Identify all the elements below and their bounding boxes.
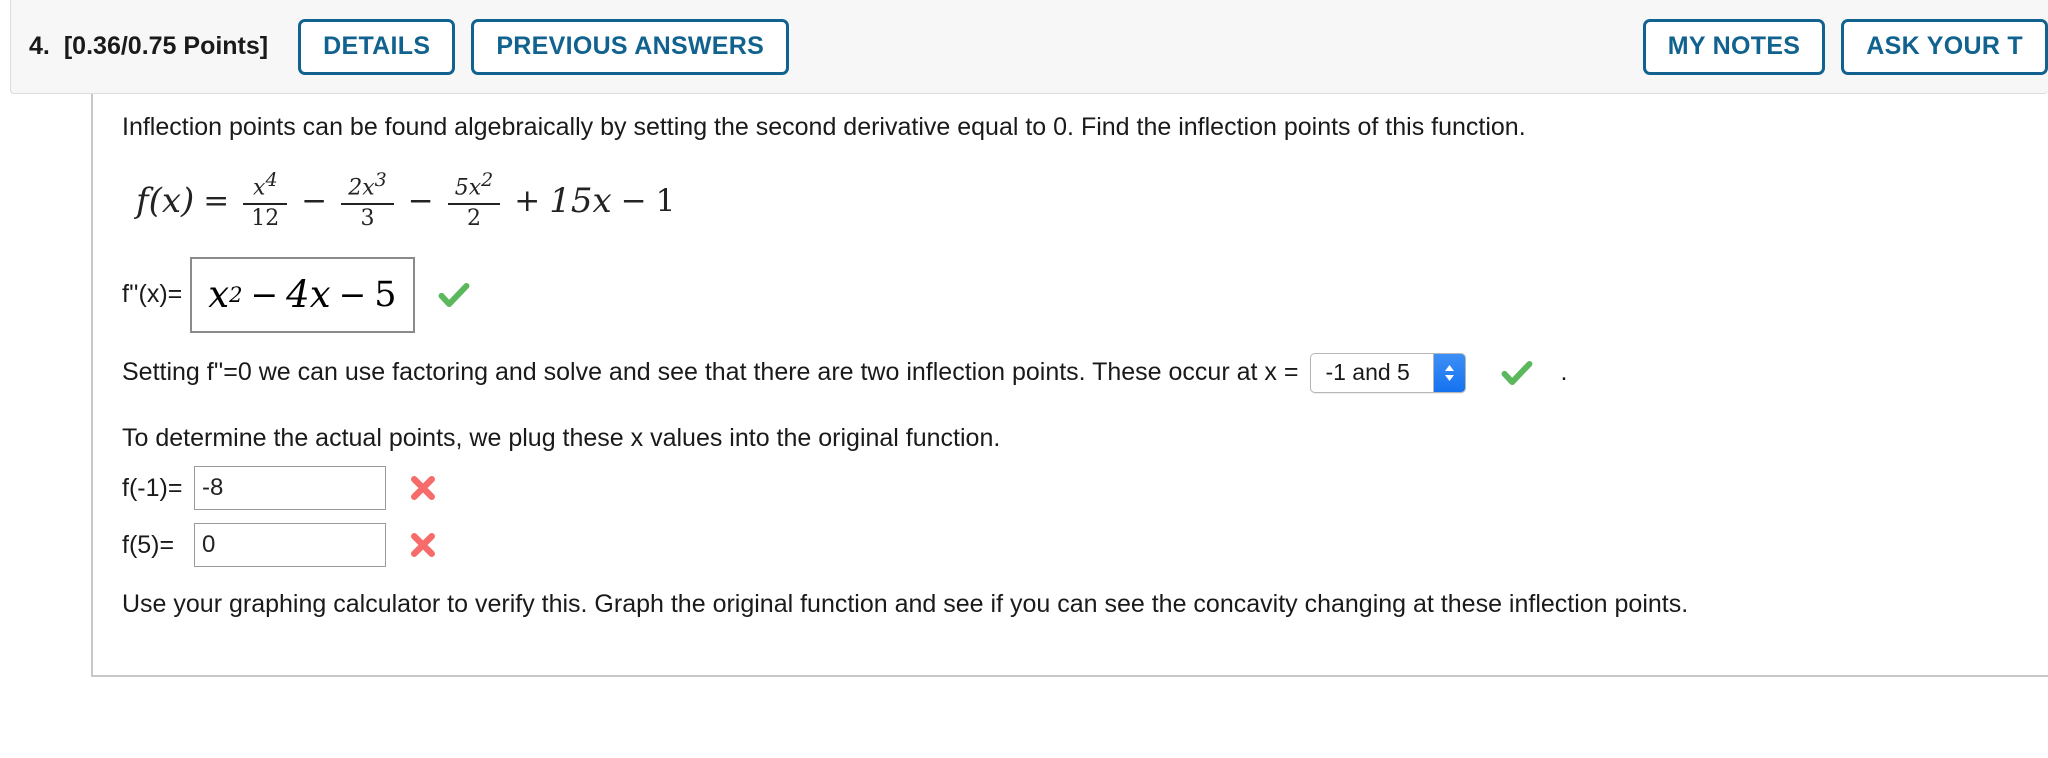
formula-term-4: 15x — [549, 180, 612, 221]
formula-term-1-numerator: x4 — [253, 169, 278, 201]
formula-lhs: f(x) — [136, 180, 195, 221]
previous-answers-button[interactable]: PREVIOUS ANSWERS — [471, 18, 790, 75]
inflection-x-select[interactable]: -1 and 5 — [1310, 352, 1467, 393]
second-derivative-input[interactable]: x2 − 4x − 5 — [190, 256, 415, 333]
question-content-wrapper: Inflection points can be found algebraic… — [0, 94, 2048, 694]
ask-your-teacher-button[interactable]: ASK YOUR T — [1841, 18, 2048, 75]
intro-text: Inflection points can be found algebraic… — [122, 113, 1526, 141]
formula-equals: = — [203, 182, 230, 219]
second-derivative-row: f''(x)= x2 − 4x − 5 — [122, 256, 2048, 333]
formula-term-5: 1 — [655, 182, 676, 219]
closing-text: Use your graphing calculator to verify t… — [122, 590, 1689, 618]
formula-term-1: x4 12 — [243, 169, 288, 231]
my-notes-button[interactable]: MY NOTES — [1642, 18, 1826, 75]
green-check-icon — [438, 282, 469, 307]
question-body-panel: Inflection points can be found algebraic… — [91, 94, 2048, 677]
formula-term-3-numerator: 5x2 — [454, 169, 494, 201]
inflection-x-row: Setting f''=0 we can use factoring and s… — [122, 352, 2048, 393]
formula-operator-1: − — [301, 182, 328, 219]
red-x-icon — [411, 533, 435, 557]
chevron-up-down-icon[interactable] — [1433, 353, 1466, 392]
function-formula: f(x) = x4 12 − 2x3 3 − 5x2 2 + 15x − 1 — [136, 165, 2048, 237]
inflection-x-select-value: -1 and 5 — [1325, 359, 1410, 385]
green-check-icon — [1502, 360, 1533, 385]
sentence-period: . — [1560, 358, 1568, 386]
details-button[interactable]: DETAILS — [298, 18, 456, 75]
formula-term-2-denominator: 3 — [360, 205, 375, 231]
answer-row-f-five: f(5)= — [122, 523, 2048, 567]
formula-operator-4: − — [620, 182, 647, 219]
formula-operator-2: − — [407, 182, 434, 219]
f-five-label: f(5)= — [122, 530, 175, 559]
sd-base: x — [208, 273, 230, 316]
question-header: 4. [0.36/0.75 Points] DETAILS PREVIOUS A… — [10, 0, 2048, 94]
factoring-sentence: Setting f''=0 we can use factoring and s… — [122, 358, 1299, 387]
answer-row-f-negative-one: f(-1)= — [122, 466, 2048, 510]
question-page: 4. [0.36/0.75 Points] DETAILS PREVIOUS A… — [0, 0, 2048, 758]
formula-term-2-numerator: 2x3 — [348, 169, 387, 201]
second-derivative-label: f''(x)= — [122, 280, 183, 308]
sd-term-2: 4x — [286, 273, 331, 316]
red-x-icon — [411, 476, 435, 500]
sd-exponent: 2 — [229, 282, 243, 307]
sd-operator-2: − — [338, 275, 367, 314]
question-header-left: 4. [0.36/0.75 Points] DETAILS PREVIOUS A… — [11, 18, 790, 75]
points-badge: [0.36/0.75 Points] — [63, 32, 269, 60]
sd-operator-1: − — [250, 275, 279, 314]
f-negative-one-label: f(-1)= — [122, 473, 183, 502]
formula-term-3: 5x2 2 — [447, 169, 501, 231]
plug-in-text: To determine the actual points, we plug … — [122, 423, 1001, 452]
left-gutter — [0, 94, 91, 677]
question-header-right: MY NOTES ASK YOUR T — [1642, 18, 2048, 75]
formula-term-2: 2x3 3 — [341, 171, 394, 229]
f-negative-one-input[interactable] — [194, 466, 386, 510]
sd-term-3: 5 — [374, 274, 397, 315]
formula-term-1-denominator: 12 — [251, 205, 280, 231]
f-five-input[interactable] — [194, 523, 386, 567]
formula-operator-3: + — [514, 182, 541, 219]
formula-term-3-denominator: 2 — [467, 205, 481, 231]
question-number: 4. — [29, 32, 50, 60]
